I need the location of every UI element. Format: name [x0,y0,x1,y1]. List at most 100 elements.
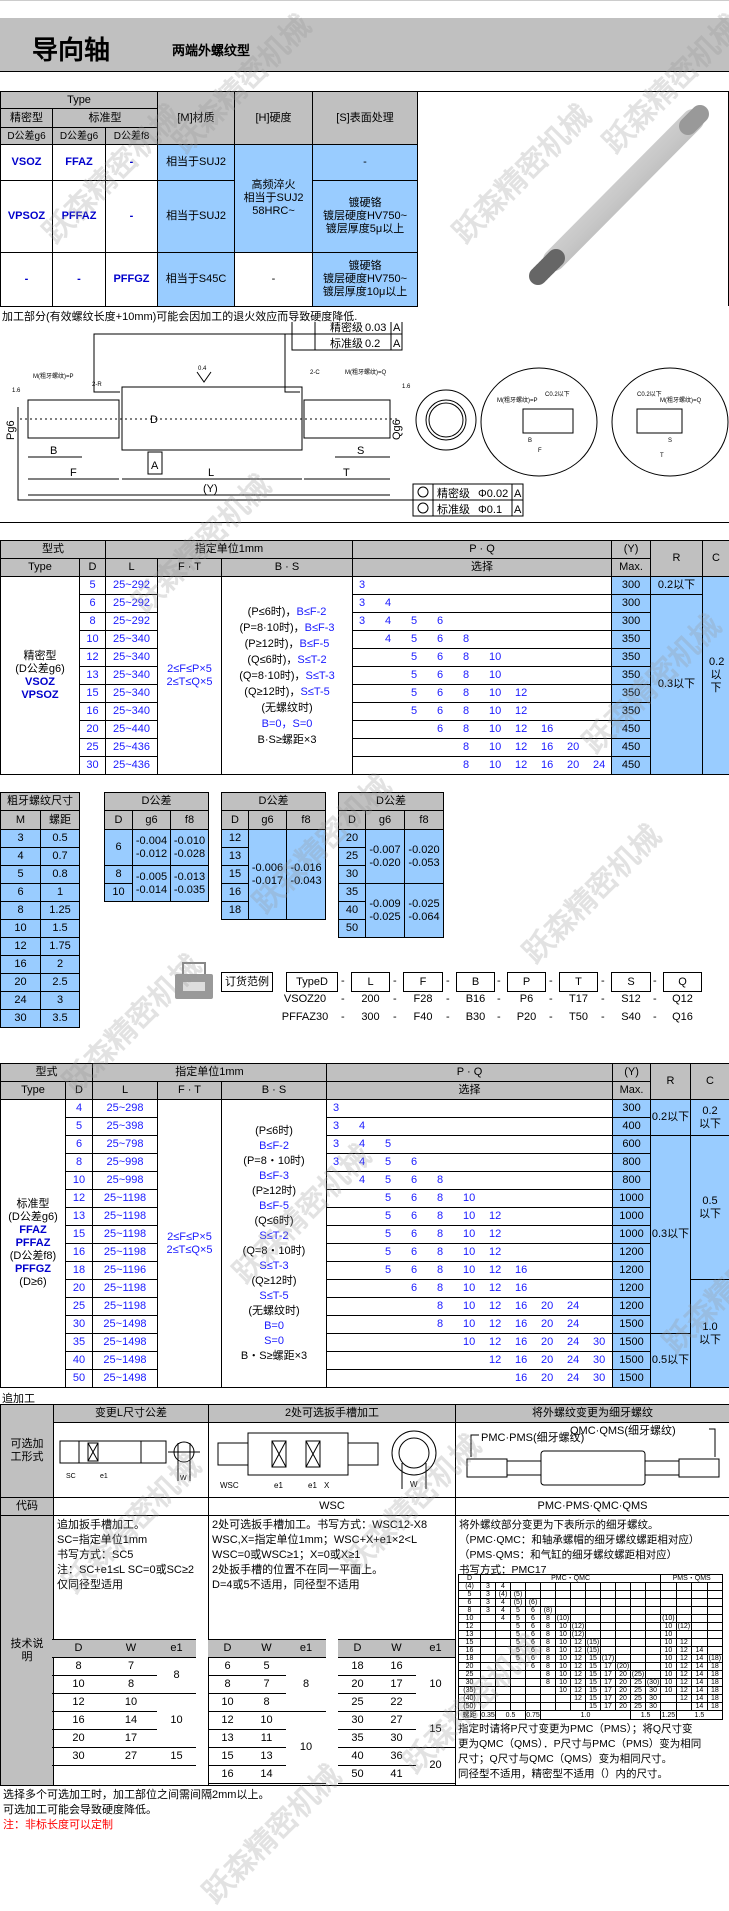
fine-cell: 15 [586,1695,601,1703]
pq-cell: 5681012 [327,1226,613,1244]
fine-cell [661,1607,677,1615]
fine-cell [707,1615,723,1623]
pq-options: 568101216 [327,1262,612,1279]
m-cell: 6 [1,884,41,902]
l-cell: 25~398 [93,1118,158,1136]
d-tolerance-table: D公差Dg6f820-0.007-0.020-0.020-0.053253035… [338,792,444,938]
d-cell: 18 [222,902,249,920]
pq-value: 30 [593,1372,605,1385]
dtol-head: g6 [249,811,287,830]
d-cell: 12 [66,1190,93,1208]
fine-cell [526,1687,541,1695]
pq-value: 10 [489,687,501,700]
pq-value: 10 [463,1228,475,1241]
order-example-value: Q12 [663,993,702,1005]
fig-label: PMC·PMS(细牙螺纹) [481,1430,584,1444]
fine-cell [692,1599,708,1607]
pq-options: 56810 [353,667,611,684]
precision-table: 型式指定单位1mmP · Q(Y)RCTypeDLF · TB · S选择Max… [0,540,729,775]
dtol-head: f8 [287,811,326,830]
option-figure-wsc: WSC e1 e1 X W [209,1423,456,1498]
bs-line: B≤F-2 [222,1139,326,1154]
fine-cell: 6 [459,1599,481,1607]
bs-line: (Q≤6时) [222,1214,326,1229]
option-header: 变更L尺寸公差 [54,1405,209,1423]
bs-rule: B≤F-2 [296,606,326,618]
table-row: 1625~119856810121200 [1,1244,729,1262]
pq-value: 8 [437,1210,443,1223]
g6-cell: -0.006-0.017 [249,830,287,920]
y-max-cell: 600 [613,1136,651,1154]
order-field-box: P [507,972,546,992]
type-line: 标准型 [1,1198,65,1211]
d-cell: 10 [80,631,106,649]
perp-precision-value: 0.03 [365,322,386,334]
y-max-cell: 300 [612,595,651,613]
fine-cell: 4 [496,1615,511,1623]
pq-value: 12 [515,687,527,700]
fine-cell: 10 [661,1671,677,1679]
f8-cell: -0.013-0.035 [171,866,209,902]
pq-value: 4 [385,597,391,610]
w-cell: 11 [247,1730,286,1748]
surface-line: 镀层厚度10μ以上 [313,286,417,299]
order-separator: - [653,975,657,987]
fine-cell [661,1703,677,1711]
pq-cell: 5681012 [327,1208,613,1226]
fine-cell: 14 [692,1671,708,1679]
y-max-cell: 350 [612,685,651,703]
d-cell: 25 [80,739,106,757]
pq-value: 6 [437,669,443,682]
d-cell: 5 [66,1118,93,1136]
fine-cell [511,1687,526,1695]
d-cell: 10 [52,1676,105,1694]
g6-cell: -0.009-0.025 [366,884,405,938]
fine-cell [631,1655,646,1663]
wrench-head: e1 [416,1640,455,1658]
m-cell: 3 [1,830,41,848]
pq-value: 16 [515,1282,527,1295]
bs-line: (P=8・10时) [222,1154,326,1169]
table-row: 303.5 [1,1010,80,1028]
fine-cell: 15 [586,1679,601,1687]
f8-cell: -0.010-0.028 [171,830,209,866]
bs-line: (P≤6时)，B≤F-2 [222,604,352,620]
pq-value: 3 [333,1102,339,1115]
fine-cell [631,1599,646,1607]
fine-cell: 10 [661,1663,677,1671]
d-cell: 15 [208,1748,247,1766]
pq-cell: 56810 [353,667,612,685]
order-separator: - [393,993,397,1005]
fine-cell: 10 [661,1647,677,1655]
table-row: 2025~44068101216450 [1,721,729,739]
table-row: 81.25 [1,902,80,920]
fine-cell [707,1623,723,1631]
spec-head-dg6: D公差g6 [1,128,53,145]
pq-options: 5681012 [327,1244,612,1261]
g6-value: -0.005 [133,871,170,884]
pq-value: 8 [463,651,469,664]
fine-cell [707,1647,723,1655]
fine-cell [496,1679,511,1687]
l-cell: 25~340 [106,667,158,685]
hardness-merged: 高频淬火相当于SUJ258HRC~ [235,145,313,253]
fine-cell: 5 [511,1655,526,1663]
tech-text: 将外螺纹部分变更为下表所示的细牙螺纹。（PMC·QMC：和轴承螺帽的细牙螺纹螺距… [456,1516,729,1580]
d-cell: 10 [105,884,133,902]
order-field-box: S [611,972,651,992]
fine-cell: 12 [571,1679,586,1687]
g6-cell: -0.005-0.014 [133,866,171,902]
fine-cell: (15) [586,1647,601,1655]
fine-cell [707,1631,723,1639]
head-l: L [93,1082,158,1100]
fine-cell [541,1687,556,1695]
pq-value: 12 [489,1318,501,1331]
c-cell: 0.5以下 [691,1136,729,1280]
pq-value: 12 [489,1354,501,1367]
bs-line: (P≤6时) [222,1124,326,1139]
l-cell: 25~340 [106,703,158,721]
m-cell: 8 [1,902,41,920]
fine-cell: 10 [459,1615,481,1623]
fine-cell [586,1623,601,1631]
fine-cell: 18 [707,1703,723,1711]
